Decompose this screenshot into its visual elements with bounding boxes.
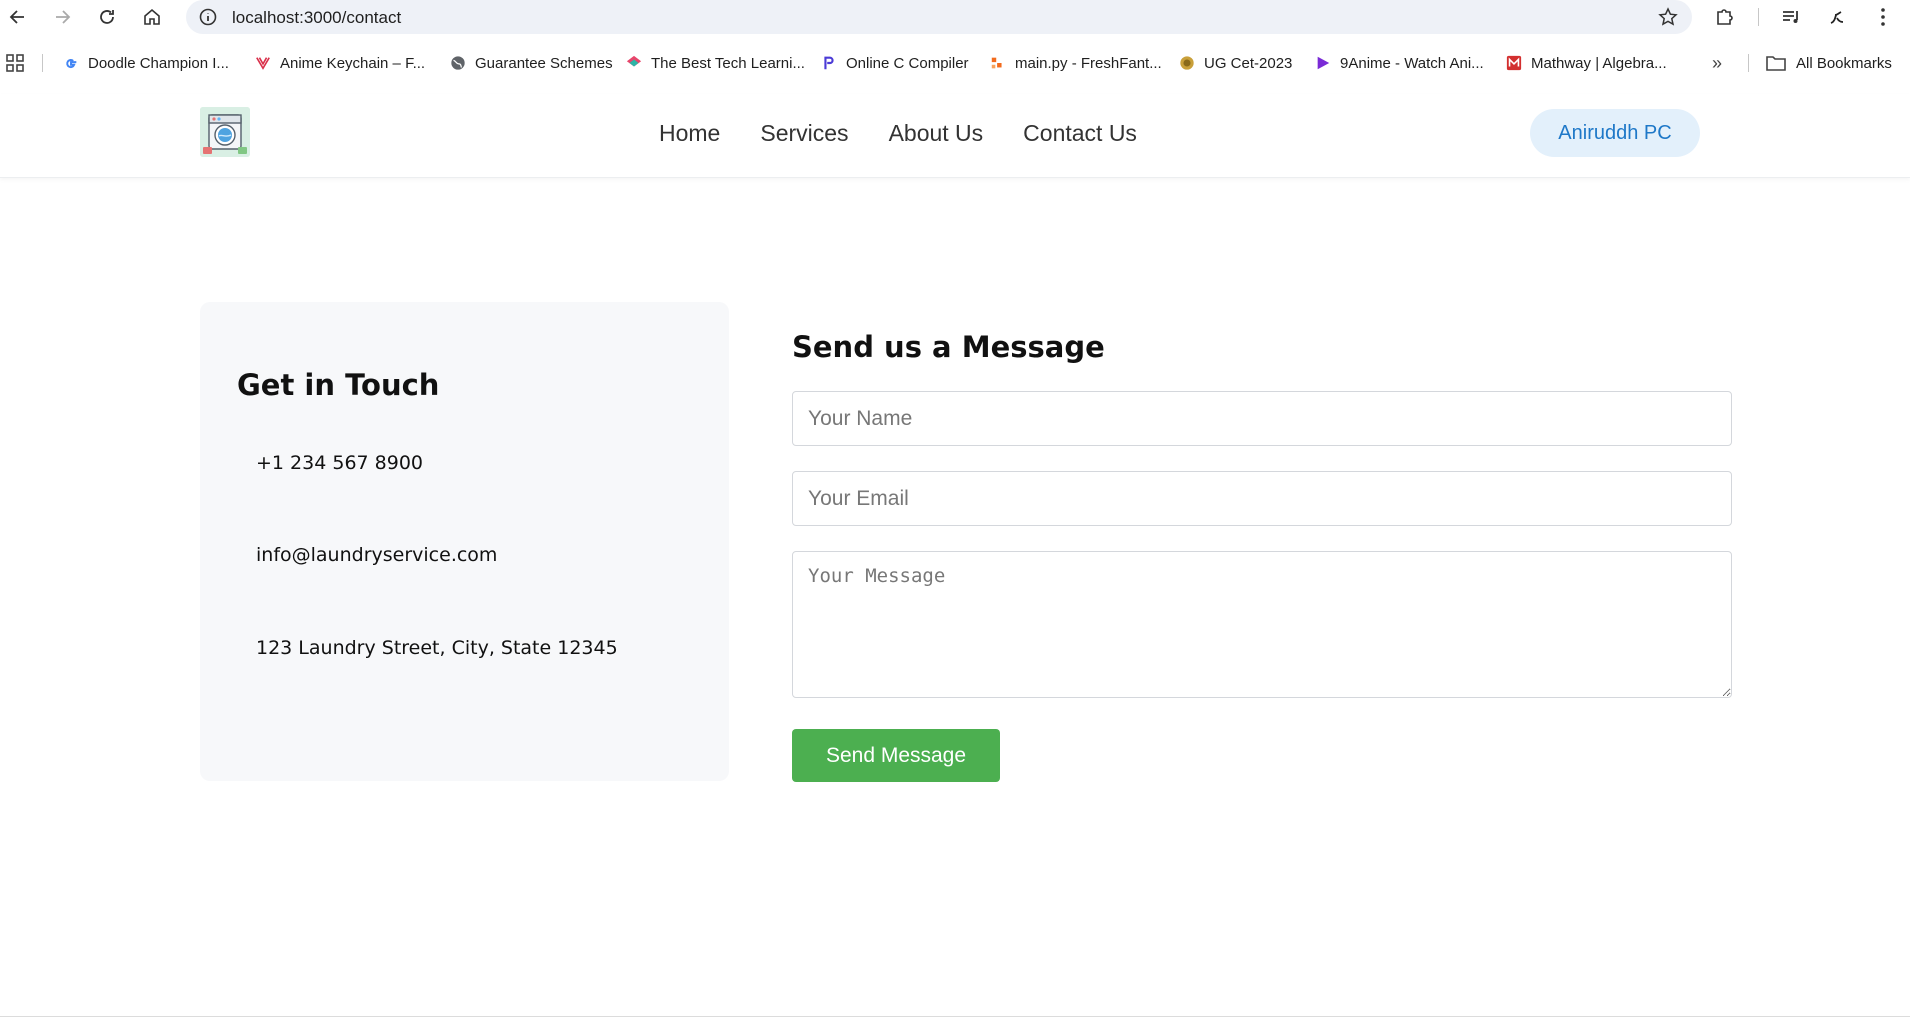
bookmark-tech-learning[interactable]: The Best Tech Learni... [625, 50, 805, 76]
send-message-button[interactable]: Send Message [792, 729, 1000, 782]
media-control-button[interactable] [1780, 6, 1802, 28]
apps-grid-icon[interactable] [6, 54, 24, 72]
folder-icon [1766, 56, 1786, 71]
nav-contact-us[interactable]: Contact Us [1023, 120, 1137, 147]
bookmark-main-py[interactable]: main.py - FreshFant... [989, 50, 1162, 76]
all-bookmarks-button[interactable]: All Bookmarks [1766, 50, 1892, 76]
bookmark-mathway[interactable]: Mathway | Algebra... [1505, 50, 1667, 76]
bookmarks-divider [42, 54, 43, 72]
puzzle-icon [1717, 9, 1733, 25]
profile-glyph-icon [1830, 11, 1844, 24]
info-email: info@laundryservice.com [256, 544, 498, 566]
bookmark-online-c-compiler[interactable]: Online C Compiler [820, 50, 969, 76]
tech-learning-icon [625, 54, 643, 72]
reload-button[interactable] [93, 4, 121, 30]
compiler-icon [820, 54, 838, 72]
bookmark-doodle-champion[interactable]: Doodle Champion I... [62, 50, 229, 76]
info-title: Get in Touch [237, 368, 440, 402]
email-field[interactable] [792, 471, 1732, 526]
site-header: Home Services About Us Contact Us Anirud… [0, 94, 1910, 178]
url-text[interactable]: localhost:3000/contact [232, 8, 401, 28]
google-icon [62, 54, 80, 72]
form-title: Send us a Message [792, 330, 1105, 364]
bookmark-anime-keychain[interactable]: Anime Keychain – F... [254, 50, 425, 76]
name-field[interactable] [792, 391, 1732, 446]
globe-icon [449, 54, 467, 72]
browser-toolbar: localhost:3000/contact [0, 0, 1910, 34]
washing-machine-icon [200, 107, 250, 157]
freshfantasy-icon [989, 54, 1007, 72]
home-icon [144, 8, 160, 25]
bookmark-ug-cet[interactable]: UG Cet-2023 [1178, 50, 1292, 76]
toolbar-divider [1758, 8, 1759, 26]
playlist-icon [1783, 11, 1798, 23]
kebab-menu-icon [1881, 8, 1885, 26]
home-button[interactable] [138, 4, 166, 30]
contact-info-card: Get in Touch +1 234 567 8900 info@laundr… [200, 302, 729, 781]
extensions-button[interactable] [1714, 6, 1736, 28]
address-bar[interactable]: localhost:3000/contact [186, 0, 1692, 34]
main-nav: Home Services About Us Contact Us [659, 120, 1137, 147]
nav-services[interactable]: Services [760, 120, 848, 147]
info-address: 123 Laundry Street, City, State 12345 [256, 637, 618, 659]
info-phone: +1 234 567 8900 [256, 452, 424, 474]
emblem-icon [1178, 54, 1196, 72]
message-field[interactable] [792, 551, 1732, 698]
bookmarks-bar: Doodle Champion I... Anime Keychain – F.… [0, 44, 1910, 82]
arrow-left-icon [9, 10, 24, 24]
user-profile-button[interactable]: Aniruddh PC [1530, 109, 1700, 157]
page-divider [0, 1016, 1910, 1017]
site-info-icon[interactable] [198, 7, 218, 27]
nav-about-us[interactable]: About Us [889, 120, 984, 147]
back-button[interactable] [4, 4, 32, 30]
bookmark-guarantee-schemes[interactable]: Guarantee Schemes [449, 50, 613, 76]
reload-icon [100, 10, 114, 24]
bookmark-9anime[interactable]: 9Anime - Watch Ani... [1314, 50, 1484, 76]
star-icon[interactable] [1658, 7, 1678, 27]
mathway-icon [1505, 54, 1523, 72]
forward-button[interactable] [48, 4, 76, 30]
profile-button[interactable] [1826, 6, 1848, 28]
nav-home[interactable]: Home [659, 120, 720, 147]
laundry-logo[interactable] [200, 107, 250, 157]
arrow-right-icon [56, 10, 71, 24]
anime-keychain-icon [254, 54, 272, 72]
bookmarks-divider-right [1748, 54, 1749, 72]
play-icon [1314, 54, 1332, 72]
more-bookmarks-button[interactable]: » [1706, 54, 1728, 72]
browser-menu-button[interactable] [1872, 6, 1894, 28]
